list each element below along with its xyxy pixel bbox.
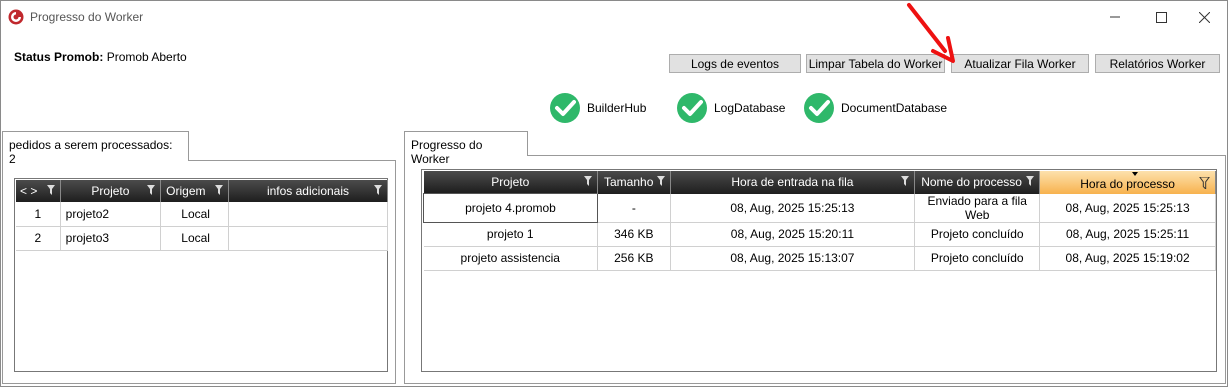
check-circle-icon bbox=[804, 93, 834, 123]
filter-icon[interactable] bbox=[1199, 177, 1210, 189]
minimize-button[interactable] bbox=[1092, 1, 1138, 33]
filter-icon[interactable] bbox=[147, 185, 156, 195]
maximize-button[interactable] bbox=[1138, 1, 1184, 33]
row-nome-processo: Projeto concluído bbox=[914, 246, 1041, 271]
filter-icon[interactable] bbox=[901, 176, 910, 186]
minimize-icon bbox=[1110, 16, 1120, 18]
reports-button[interactable]: Relatórios Worker bbox=[1095, 54, 1220, 73]
tab-pending-orders[interactable]: pedidos a serem processados: 2 bbox=[2, 131, 189, 166]
table-row[interactable]: projeto 1 346 KB 08, Aug, 2025 15:20:11 … bbox=[423, 222, 1216, 247]
row-hora-entrada: 08, Aug, 2025 15:20:11 bbox=[670, 222, 916, 247]
check-circle-icon bbox=[677, 93, 707, 123]
logs-button[interactable]: Logs de eventos bbox=[669, 54, 801, 73]
table-row[interactable]: projeto assistencia 256 KB 08, Aug, 2025… bbox=[423, 246, 1216, 271]
filter-icon[interactable] bbox=[374, 185, 382, 195]
column-header-hora-processo[interactable]: Hora do processo bbox=[1039, 171, 1216, 194]
row-hora-processo: 08, Aug, 2025 15:19:02 bbox=[1039, 246, 1216, 271]
row-hora-entrada: 08, Aug, 2025 15:25:13 bbox=[670, 193, 916, 223]
row-hora-processo: 08, Aug, 2025 15:25:13 bbox=[1039, 193, 1216, 223]
column-header-index[interactable]: < > bbox=[16, 180, 61, 202]
filter-icon[interactable] bbox=[214, 185, 223, 195]
status-line: Status Promob: Promob Aberto bbox=[14, 50, 187, 64]
row-tamanho: 346 KB bbox=[597, 222, 671, 247]
row-origem: Local bbox=[160, 202, 229, 227]
status-value: Promob Aberto bbox=[106, 50, 187, 64]
update-queue-button[interactable]: Atualizar Fila Worker bbox=[951, 54, 1089, 73]
table-row[interactable]: projeto 4.promob - 08, Aug, 2025 15:25:1… bbox=[423, 193, 1216, 223]
pending-orders-panel: < > Projeto Origem infos adicionais 1 pr… bbox=[2, 160, 396, 384]
worker-progress-grid: Projeto Tamanho Hora de entrada na fila … bbox=[421, 169, 1217, 372]
row-nome-processo: Projeto concluído bbox=[914, 222, 1041, 247]
column-header-tamanho[interactable]: Tamanho bbox=[597, 171, 671, 194]
tab-worker-progress[interactable]: Progresso do Worker bbox=[404, 131, 528, 166]
close-button[interactable] bbox=[1181, 1, 1227, 33]
check-circle-icon bbox=[550, 93, 580, 123]
row-index: 2 bbox=[16, 226, 61, 251]
row-projeto: projeto assistencia bbox=[423, 246, 598, 271]
window-title: Progresso do Worker bbox=[30, 10, 144, 24]
filter-icon[interactable] bbox=[584, 176, 592, 186]
row-infos bbox=[228, 202, 389, 227]
column-header-infos[interactable]: infos adicionais bbox=[228, 180, 389, 202]
pending-orders-table: < > Projeto Origem infos adicionais 1 pr… bbox=[16, 180, 389, 251]
column-header-origem[interactable]: Origem bbox=[160, 180, 229, 202]
column-header-projeto[interactable]: Projeto bbox=[60, 180, 162, 202]
app-logo-icon bbox=[8, 9, 24, 25]
filter-icon[interactable] bbox=[656, 176, 665, 186]
main-content: Status Promob: Promob Aberto Logs de eve… bbox=[1, 33, 1227, 386]
close-icon bbox=[1198, 11, 1210, 23]
service-name: DocumentDatabase bbox=[841, 101, 948, 115]
row-hora-entrada: 08, Aug, 2025 15:13:07 bbox=[670, 246, 916, 271]
row-projeto: projeto 1 bbox=[423, 222, 598, 247]
service-name: LogDatabase bbox=[714, 101, 786, 115]
column-header-hora-entrada[interactable]: Hora de entrada na fila bbox=[670, 171, 916, 194]
column-header-projeto[interactable]: Projeto bbox=[423, 171, 598, 194]
service-status-logdatabase: LogDatabase bbox=[676, 92, 785, 124]
row-origem: Local bbox=[160, 226, 229, 251]
table-row[interactable]: 2 projeto3 Local bbox=[16, 226, 389, 251]
sort-descending-icon bbox=[1132, 172, 1139, 176]
annotation-arrow-icon bbox=[907, 3, 955, 63]
worker-progress-panel: Projeto Tamanho Hora de entrada na fila … bbox=[404, 155, 1226, 384]
title-bar: Progresso do Worker bbox=[1, 1, 1227, 33]
table-row[interactable]: 1 projeto2 Local bbox=[16, 202, 389, 227]
status-label: Status Promob: bbox=[14, 50, 104, 64]
column-header-nome-processo[interactable]: Nome do processo bbox=[914, 171, 1041, 194]
pending-orders-grid: < > Projeto Origem infos adicionais 1 pr… bbox=[14, 178, 389, 372]
worker-progress-table: Projeto Tamanho Hora de entrada na fila … bbox=[423, 171, 1216, 271]
service-status-builderhub: BuilderHub bbox=[549, 92, 646, 124]
filter-icon[interactable] bbox=[46, 185, 55, 195]
maximize-icon bbox=[1155, 11, 1167, 23]
service-status-documentdatabase: DocumentDatabase bbox=[803, 92, 947, 124]
row-projeto: projeto2 bbox=[60, 202, 162, 227]
row-infos bbox=[228, 226, 389, 251]
row-tamanho: 256 KB bbox=[597, 246, 671, 271]
filter-icon[interactable] bbox=[1026, 176, 1035, 186]
row-projeto: projeto 4.promob bbox=[423, 193, 598, 223]
row-nome-processo: Enviado para a fila Web bbox=[914, 193, 1041, 223]
row-index: 1 bbox=[16, 202, 61, 227]
row-projeto: projeto3 bbox=[60, 226, 162, 251]
app-window: Progresso do Worker Status Promob: Promo… bbox=[0, 0, 1228, 387]
row-hora-processo: 08, Aug, 2025 15:25:11 bbox=[1039, 222, 1216, 247]
row-tamanho: - bbox=[597, 193, 671, 223]
service-name: BuilderHub bbox=[587, 101, 647, 115]
